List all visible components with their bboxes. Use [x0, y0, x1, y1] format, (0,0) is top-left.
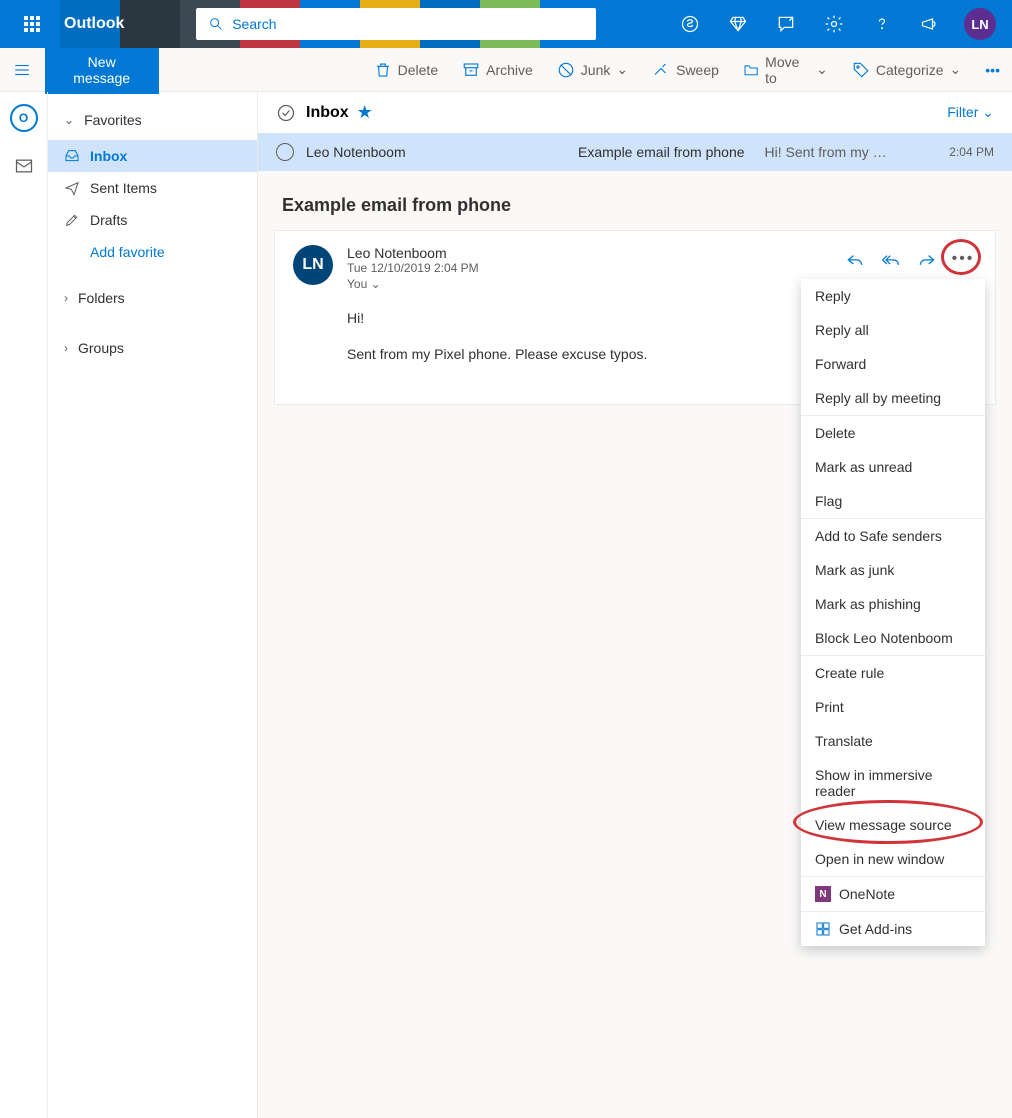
cm-view-source[interactable]: View message source: [801, 808, 985, 842]
cm-get-addins[interactable]: Get Add-ins: [801, 912, 985, 946]
ellipsis-icon: •••: [952, 250, 975, 268]
cm-mark-phishing[interactable]: Mark as phishing: [801, 587, 985, 621]
onenote-icon: N: [815, 886, 831, 902]
command-bar: New message Delete Archive Junk ⌄ Sweep …: [0, 48, 1012, 92]
more-commands-button[interactable]: •••: [973, 48, 1012, 92]
tag-icon: [852, 61, 870, 79]
mail-app-icon[interactable]: O: [10, 104, 38, 132]
settings-icon[interactable]: [812, 0, 856, 48]
cm-mark-junk[interactable]: Mark as junk: [801, 553, 985, 587]
folder-drafts[interactable]: Drafts: [48, 204, 257, 236]
inbox-icon: [64, 148, 80, 164]
add-favorite-link[interactable]: Add favorite: [48, 236, 257, 268]
folder-pane: ⌄ Favorites Inbox Sent Items Drafts Add …: [48, 92, 258, 1118]
user-avatar[interactable]: LN: [964, 8, 996, 40]
categorize-button[interactable]: Categorize ⌄: [840, 48, 973, 92]
chevron-down-icon[interactable]: ⌄: [371, 277, 381, 291]
archive-button[interactable]: Archive: [450, 48, 545, 92]
chevron-down-icon: ⌄: [616, 61, 628, 78]
message-time: 2:04 PM: [949, 145, 994, 159]
brand-label: Outlook: [64, 15, 124, 33]
diamond-icon[interactable]: [716, 0, 760, 48]
cm-safe-senders[interactable]: Add to Safe senders: [801, 519, 985, 553]
cm-onenote[interactable]: N OneNote: [801, 877, 985, 911]
cm-create-rule[interactable]: Create rule: [801, 656, 985, 690]
folders-section[interactable]: › Folders: [48, 278, 257, 318]
select-circle[interactable]: [276, 143, 294, 161]
sender-avatar: LN: [293, 245, 333, 285]
mail-icon[interactable]: [10, 152, 38, 180]
cm-print[interactable]: Print: [801, 690, 985, 724]
search-box[interactable]: [196, 8, 596, 40]
cm-mark-unread[interactable]: Mark as unread: [801, 450, 985, 484]
help-icon[interactable]: [860, 0, 904, 48]
junk-button[interactable]: Junk ⌄: [545, 48, 640, 92]
new-message-button[interactable]: New message: [45, 46, 159, 94]
sweep-icon: [652, 61, 670, 79]
sent-icon: [64, 180, 80, 196]
message-subject: Example email from phone: [578, 144, 745, 160]
folder-icon: [743, 61, 759, 79]
groups-section[interactable]: › Groups: [48, 328, 257, 368]
ellipsis-icon: •••: [985, 62, 1000, 78]
chevron-down-icon: ⌄: [816, 61, 828, 78]
filter-button[interactable]: Filter ⌄: [947, 104, 994, 121]
menu-toggle[interactable]: [0, 61, 45, 79]
cm-delete[interactable]: Delete: [801, 416, 985, 450]
cm-translate[interactable]: Translate: [801, 724, 985, 758]
move-to-button[interactable]: Move to ⌄: [731, 48, 840, 92]
chevron-down-icon: ⌄: [64, 113, 74, 127]
reader-subject: Example email from phone: [274, 181, 996, 230]
cm-flag[interactable]: Flag: [801, 484, 985, 518]
cm-open-new-window[interactable]: Open in new window: [801, 842, 985, 876]
archive-icon: [462, 61, 480, 79]
chevron-right-icon: ›: [64, 291, 68, 305]
cm-block-sender[interactable]: Block Leo Notenboom: [801, 621, 985, 655]
app-launcher[interactable]: [8, 16, 56, 32]
reading-pane: Example email from phone LN Leo Notenboo…: [274, 181, 996, 405]
more-actions-button[interactable]: •••: [949, 245, 977, 273]
select-all-icon[interactable]: [276, 103, 296, 123]
cm-forward[interactable]: Forward: [801, 347, 985, 381]
junk-icon: [557, 61, 575, 79]
left-rail: O: [0, 92, 48, 1118]
chevron-right-icon: ›: [64, 341, 68, 355]
folder-sent[interactable]: Sent Items: [48, 172, 257, 204]
drafts-icon: [64, 212, 80, 228]
message-to: You ⌄: [347, 277, 827, 291]
list-header: Inbox ★ Filter ⌄: [258, 92, 1012, 133]
trash-icon: [374, 61, 392, 79]
chat-icon[interactable]: [764, 0, 808, 48]
sender-name: Leo Notenboom: [347, 245, 827, 261]
content-area: Inbox ★ Filter ⌄ Leo Notenboom Example e…: [258, 92, 1012, 1118]
chevron-down-icon: ⌄: [950, 61, 962, 78]
cm-reply-all-meeting[interactable]: Reply all by meeting: [801, 381, 985, 415]
search-icon: [208, 16, 224, 32]
favorites-section[interactable]: ⌄ Favorites: [48, 100, 257, 140]
forward-icon[interactable]: [913, 245, 941, 273]
list-title: Inbox: [306, 104, 349, 122]
star-icon[interactable]: ★: [357, 102, 373, 123]
cm-reply[interactable]: Reply: [801, 279, 985, 313]
reply-icon[interactable]: [841, 245, 869, 273]
context-menu: Reply Reply all Forward Reply all by mee…: [801, 279, 985, 946]
skype-icon[interactable]: [668, 0, 712, 48]
cm-immersive-reader[interactable]: Show in immersive reader: [801, 758, 985, 808]
search-input[interactable]: [232, 16, 584, 32]
addins-icon: [815, 921, 831, 937]
delete-button[interactable]: Delete: [362, 48, 450, 92]
reply-all-icon[interactable]: [877, 245, 905, 273]
message-from: Leo Notenboom: [306, 144, 566, 160]
folder-inbox[interactable]: Inbox: [48, 140, 257, 172]
message-row[interactable]: Leo Notenboom Example email from phone H…: [258, 133, 1012, 171]
top-bar: Outlook LN: [0, 0, 1012, 48]
message-preview: Hi! Sent from my …: [765, 144, 887, 160]
cm-reply-all[interactable]: Reply all: [801, 313, 985, 347]
message-date: Tue 12/10/2019 2:04 PM: [347, 261, 827, 275]
sweep-button[interactable]: Sweep: [640, 48, 731, 92]
megaphone-icon[interactable]: [908, 0, 952, 48]
